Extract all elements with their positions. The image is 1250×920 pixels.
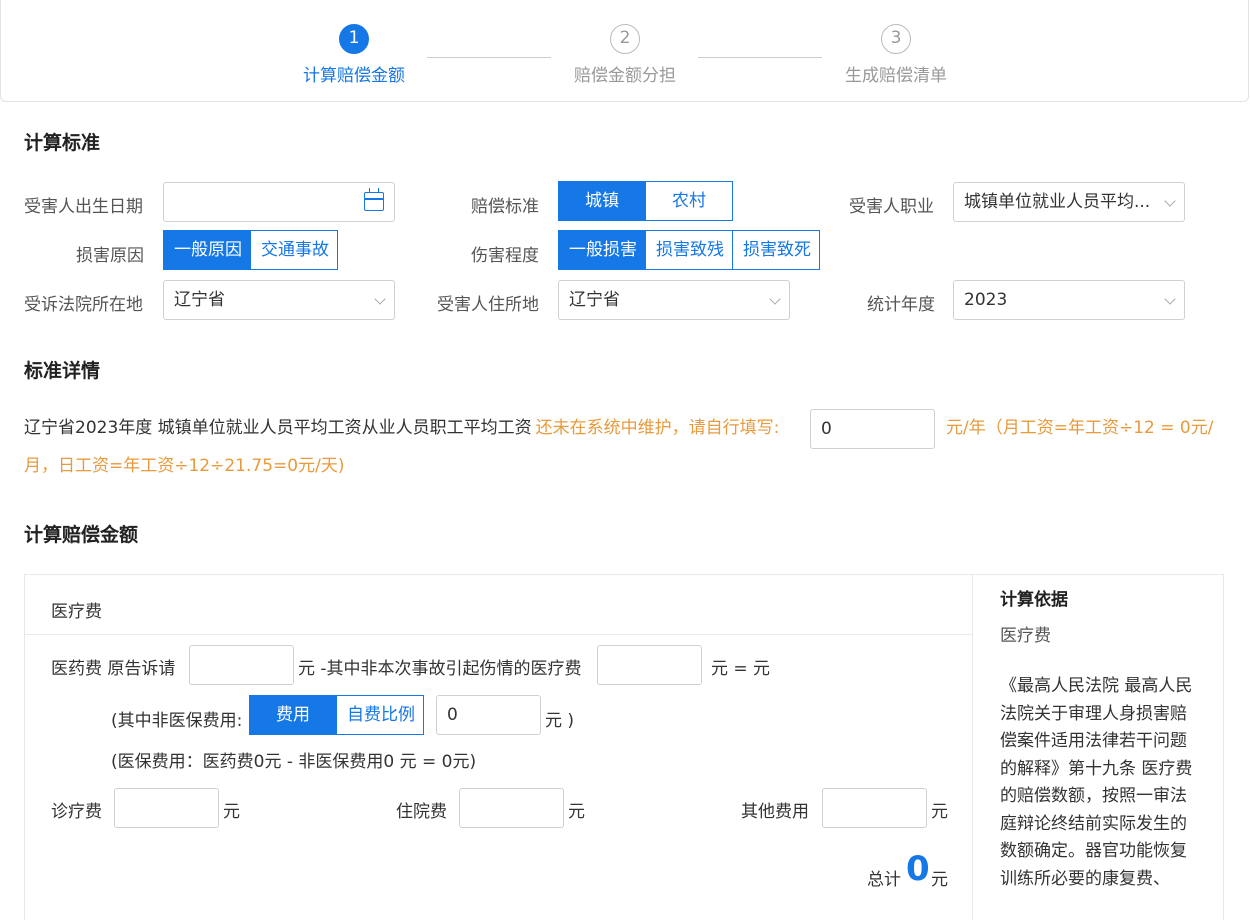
non-insured-input[interactable]: 0 xyxy=(436,695,541,735)
diagnosis-fee-unit: 元 xyxy=(223,802,240,822)
section-title-standard: 计算标准 xyxy=(24,132,101,154)
injury-general-button[interactable]: 一般损害 xyxy=(558,230,646,270)
hospital-fee-input[interactable] xyxy=(459,788,564,828)
total-value: 0 xyxy=(906,849,930,889)
injury-label: 伤害程度 xyxy=(471,246,539,266)
calendar-icon[interactable] xyxy=(364,188,384,211)
hospital-fee-unit: 元 xyxy=(568,802,585,822)
section-title-calc: 计算赔偿金额 xyxy=(24,524,139,546)
other-fee-label: 其他费用 xyxy=(741,802,809,822)
birth-date-input[interactable] xyxy=(163,182,395,222)
medicine-claim-label: 医药费 原告诉请 xyxy=(51,659,176,679)
chevron-down-icon xyxy=(769,293,781,305)
stat-year-label: 统计年度 xyxy=(867,295,935,315)
step-1-label: 计算赔偿金额 xyxy=(303,66,405,86)
basis-title: 计算依据 xyxy=(1000,590,1068,610)
occupation-value: 城镇单位就业人员平均... xyxy=(964,192,1151,212)
non-insured-value: 0 xyxy=(447,705,458,725)
birth-date-label: 受害人出生日期 xyxy=(24,197,143,217)
non-insured-label: (其中非医保费用: xyxy=(111,711,243,731)
step-3-label: 生成赔偿清单 xyxy=(845,66,947,86)
non-accident-fee-input[interactable] xyxy=(597,645,702,685)
injury-toggle: 一般损害 损害致残 损害致死 xyxy=(558,230,820,270)
section-title-detail: 标准详情 xyxy=(24,360,101,382)
cause-label: 损害原因 xyxy=(76,246,144,266)
insured-formula-text: (医保费用：医药费0元 - 非医保费用0 元 = 0元) xyxy=(111,752,477,772)
comp-standard-label: 赔偿标准 xyxy=(471,197,539,217)
non-accident-fee-label: 元 -其中非本次事故引起伤情的医疗费 xyxy=(298,659,582,679)
step-divider xyxy=(698,57,822,58)
chevron-down-icon xyxy=(1164,195,1176,207)
injury-death-button[interactable]: 损害致死 xyxy=(732,230,820,270)
medicine-claim-input[interactable] xyxy=(189,645,294,685)
non-insured-ratio-button[interactable]: 自费比例 xyxy=(336,695,424,735)
medicine-result-text: 元 = 元 xyxy=(711,659,771,679)
basis-subtitle: 医疗费 xyxy=(1000,626,1051,646)
residence-label: 受害人住所地 xyxy=(437,295,539,315)
step-2-number: 2 xyxy=(610,24,640,54)
step-1-number: 1 xyxy=(339,24,369,54)
calc-form-area: 医疗费 医药费 原告诉请 元 -其中非本次事故引起伤情的医疗费 元 = 元 (其… xyxy=(25,575,973,920)
detail-line-1: 辽宁省2023年度 城镇单位就业人员平均工资从业人员职工平均工资 还未在系统中维护… xyxy=(24,409,779,447)
comp-standard-rural-button[interactable]: 农村 xyxy=(645,181,733,221)
other-fee-unit: 元 xyxy=(931,802,948,822)
non-insured-unit: 元 ) xyxy=(545,711,575,731)
non-insured-toggle: 费用 自费比例 xyxy=(249,695,424,735)
stat-year-value: 2023 xyxy=(964,290,1008,310)
detail-black-text: 辽宁省2023年度 城镇单位就业人员平均工资从业人员职工平均工资 xyxy=(24,418,532,438)
step-3[interactable]: 3 生成赔偿清单 xyxy=(821,24,971,86)
occupation-label: 受害人职业 xyxy=(849,197,934,217)
chevron-down-icon xyxy=(374,293,386,305)
step-2[interactable]: 2 赔偿金额分担 xyxy=(550,24,700,86)
comp-standard-urban-button[interactable]: 城镇 xyxy=(558,181,646,221)
detail-warning-text: 还未在系统中维护，请自行填写: xyxy=(535,418,780,438)
basis-body: 《最高人民法院 最高人民法院关于审理人身损害赔偿案件适用法律若干问题的解释》第十… xyxy=(1000,676,1193,889)
detail-line-2: 月，日工资=年工资÷12÷21.75=0元/天) xyxy=(24,456,345,476)
comp-standard-toggle: 城镇 农村 xyxy=(558,181,733,221)
court-location-value: 辽宁省 xyxy=(174,290,225,310)
cause-general-button[interactable]: 一般原因 xyxy=(163,230,251,270)
hospital-fee-label: 住院费 xyxy=(396,802,447,822)
detail-salary-value: 0 xyxy=(821,419,832,439)
detail-salary-input[interactable]: 0 xyxy=(810,409,935,449)
court-location-label: 受诉法院所在地 xyxy=(24,295,143,315)
step-2-label: 赔偿金额分担 xyxy=(574,66,676,86)
steps-bar: 1 计算赔偿金额 2 赔偿金额分担 3 生成赔偿清单 xyxy=(0,0,1249,102)
total-unit: 元 xyxy=(931,870,948,890)
step-3-number: 3 xyxy=(881,24,911,54)
calc-panel-header: 医疗费 xyxy=(25,575,973,635)
court-location-select[interactable]: 辽宁省 xyxy=(163,280,395,320)
non-insured-fee-button[interactable]: 费用 xyxy=(249,695,337,735)
chevron-down-icon xyxy=(1164,293,1176,305)
step-divider xyxy=(427,57,551,58)
injury-disability-button[interactable]: 损害致残 xyxy=(645,230,733,270)
step-1[interactable]: 1 计算赔偿金额 xyxy=(279,24,429,86)
detail-line-1-tail: 元/年（月工资=年工资÷12 = 0元/ xyxy=(946,418,1214,438)
total-label: 总计 xyxy=(867,870,901,890)
diagnosis-fee-input[interactable] xyxy=(114,788,219,828)
residence-select[interactable]: 辽宁省 xyxy=(558,280,790,320)
cause-traffic-button[interactable]: 交通事故 xyxy=(250,230,338,270)
diagnosis-fee-label: 诊疗费 xyxy=(51,802,102,822)
cause-toggle: 一般原因 交通事故 xyxy=(163,230,338,270)
medical-fee-header: 医疗费 xyxy=(51,602,102,622)
occupation-select[interactable]: 城镇单位就业人员平均... xyxy=(953,182,1185,222)
stat-year-select[interactable]: 2023 xyxy=(953,280,1185,320)
residence-value: 辽宁省 xyxy=(569,290,620,310)
other-fee-input[interactable] xyxy=(822,788,927,828)
